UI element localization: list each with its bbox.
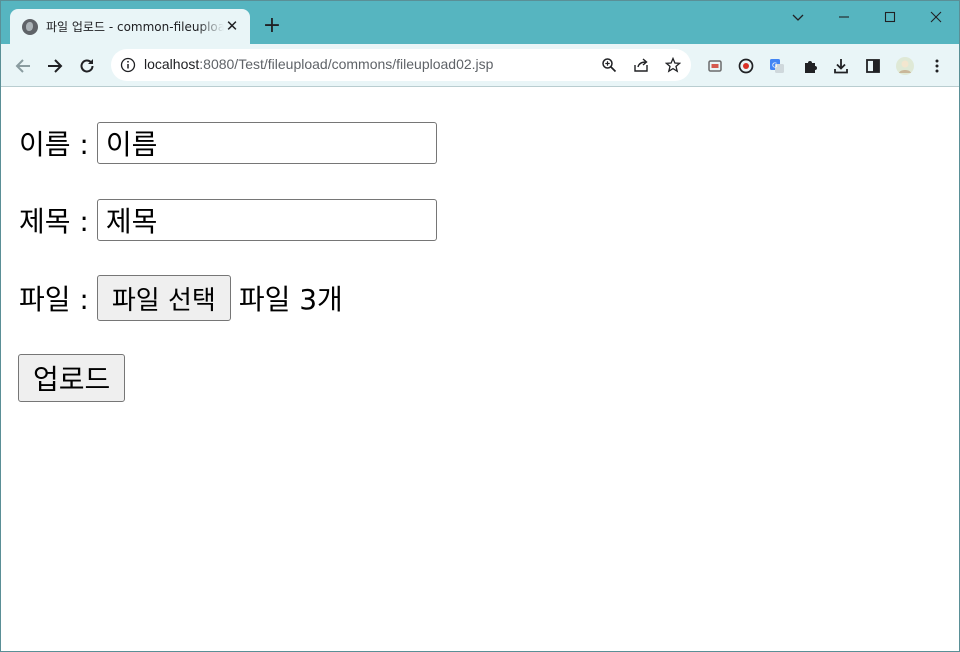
download-icon bbox=[834, 59, 848, 74]
upload-button[interactable]: 업로드 bbox=[18, 354, 126, 402]
globe-icon bbox=[22, 18, 38, 35]
browser-window: 파일 업로드 - common-fileupload ✕ + localhost… bbox=[0, 0, 960, 652]
extension-2[interactable] bbox=[732, 52, 760, 80]
extensions-button[interactable] bbox=[796, 52, 824, 80]
reload-button[interactable] bbox=[73, 52, 101, 80]
tab-search-button[interactable] bbox=[775, 5, 821, 29]
info-icon[interactable] bbox=[120, 57, 136, 73]
translate-icon: G bbox=[770, 59, 784, 73]
downloads-button[interactable] bbox=[827, 52, 855, 80]
more-vert-icon bbox=[935, 59, 939, 73]
arrow-left-icon bbox=[15, 59, 30, 73]
close-button[interactable] bbox=[913, 5, 959, 29]
profile-button[interactable] bbox=[891, 52, 919, 80]
extension-1[interactable] bbox=[701, 52, 729, 80]
minimize-button[interactable] bbox=[821, 5, 867, 29]
side-panel-button[interactable] bbox=[859, 52, 887, 80]
record-icon bbox=[738, 58, 754, 74]
extension-translate[interactable]: G bbox=[763, 52, 791, 80]
file-select-button[interactable]: 파일 선택 bbox=[96, 275, 231, 321]
url-text: localhost:8080/Test/fileupload/commons/f… bbox=[144, 56, 493, 72]
zoom-icon bbox=[602, 58, 617, 73]
arrow-right-icon bbox=[48, 59, 63, 73]
back-button[interactable] bbox=[9, 52, 37, 80]
browser-toolbar: localhost:8080/Test/fileupload/commons/f… bbox=[1, 44, 959, 87]
reload-icon bbox=[80, 59, 94, 73]
maximize-icon bbox=[884, 11, 896, 23]
new-tab-button[interactable]: + bbox=[261, 15, 283, 37]
share-button[interactable] bbox=[631, 55, 651, 75]
avatar bbox=[896, 57, 914, 75]
forward-button[interactable] bbox=[41, 52, 69, 80]
bookmark-button[interactable] bbox=[663, 55, 683, 75]
menu-button[interactable] bbox=[923, 52, 951, 80]
file-row: 파일 : 파일 선택 파일 3개 bbox=[19, 275, 343, 321]
chevron-down-icon bbox=[792, 14, 804, 21]
file-count-text: 파일 3개 bbox=[238, 283, 343, 316]
address-bar[interactable]: localhost:8080/Test/fileupload/commons/f… bbox=[111, 49, 691, 81]
title-input[interactable] bbox=[96, 199, 437, 241]
zoom-button[interactable] bbox=[599, 55, 619, 75]
name-input[interactable] bbox=[96, 122, 437, 164]
share-icon bbox=[634, 58, 648, 72]
star-icon bbox=[665, 57, 681, 73]
title-label: 제목 : bbox=[19, 205, 89, 238]
close-icon bbox=[930, 11, 942, 23]
file-label: 파일 : bbox=[19, 283, 89, 316]
side-panel-icon bbox=[866, 59, 880, 73]
minimize-icon bbox=[839, 16, 849, 18]
tab-active[interactable]: 파일 업로드 - common-fileupload ✕ bbox=[10, 9, 250, 44]
url-host: localhost bbox=[144, 56, 200, 72]
page-content: 이름 : 제목 : 파일 : 파일 선택 파일 3개 업로드 bbox=[1, 88, 959, 651]
title-row: 제목 : bbox=[19, 199, 437, 241]
tab-title: 파일 업로드 - common-fileupload bbox=[46, 20, 225, 34]
cast-icon bbox=[708, 60, 722, 72]
url-path: :8080/Test/fileupload/commons/fileupload… bbox=[199, 56, 494, 72]
puzzle-icon bbox=[805, 61, 817, 73]
title-bar: 파일 업로드 - common-fileupload ✕ + bbox=[1, 1, 959, 44]
maximize-button[interactable] bbox=[867, 5, 913, 29]
tab-close-icon[interactable]: ✕ bbox=[224, 19, 240, 35]
svg-text:G: G bbox=[772, 62, 777, 70]
name-label: 이름 : bbox=[19, 128, 89, 161]
name-row: 이름 : bbox=[19, 122, 437, 164]
